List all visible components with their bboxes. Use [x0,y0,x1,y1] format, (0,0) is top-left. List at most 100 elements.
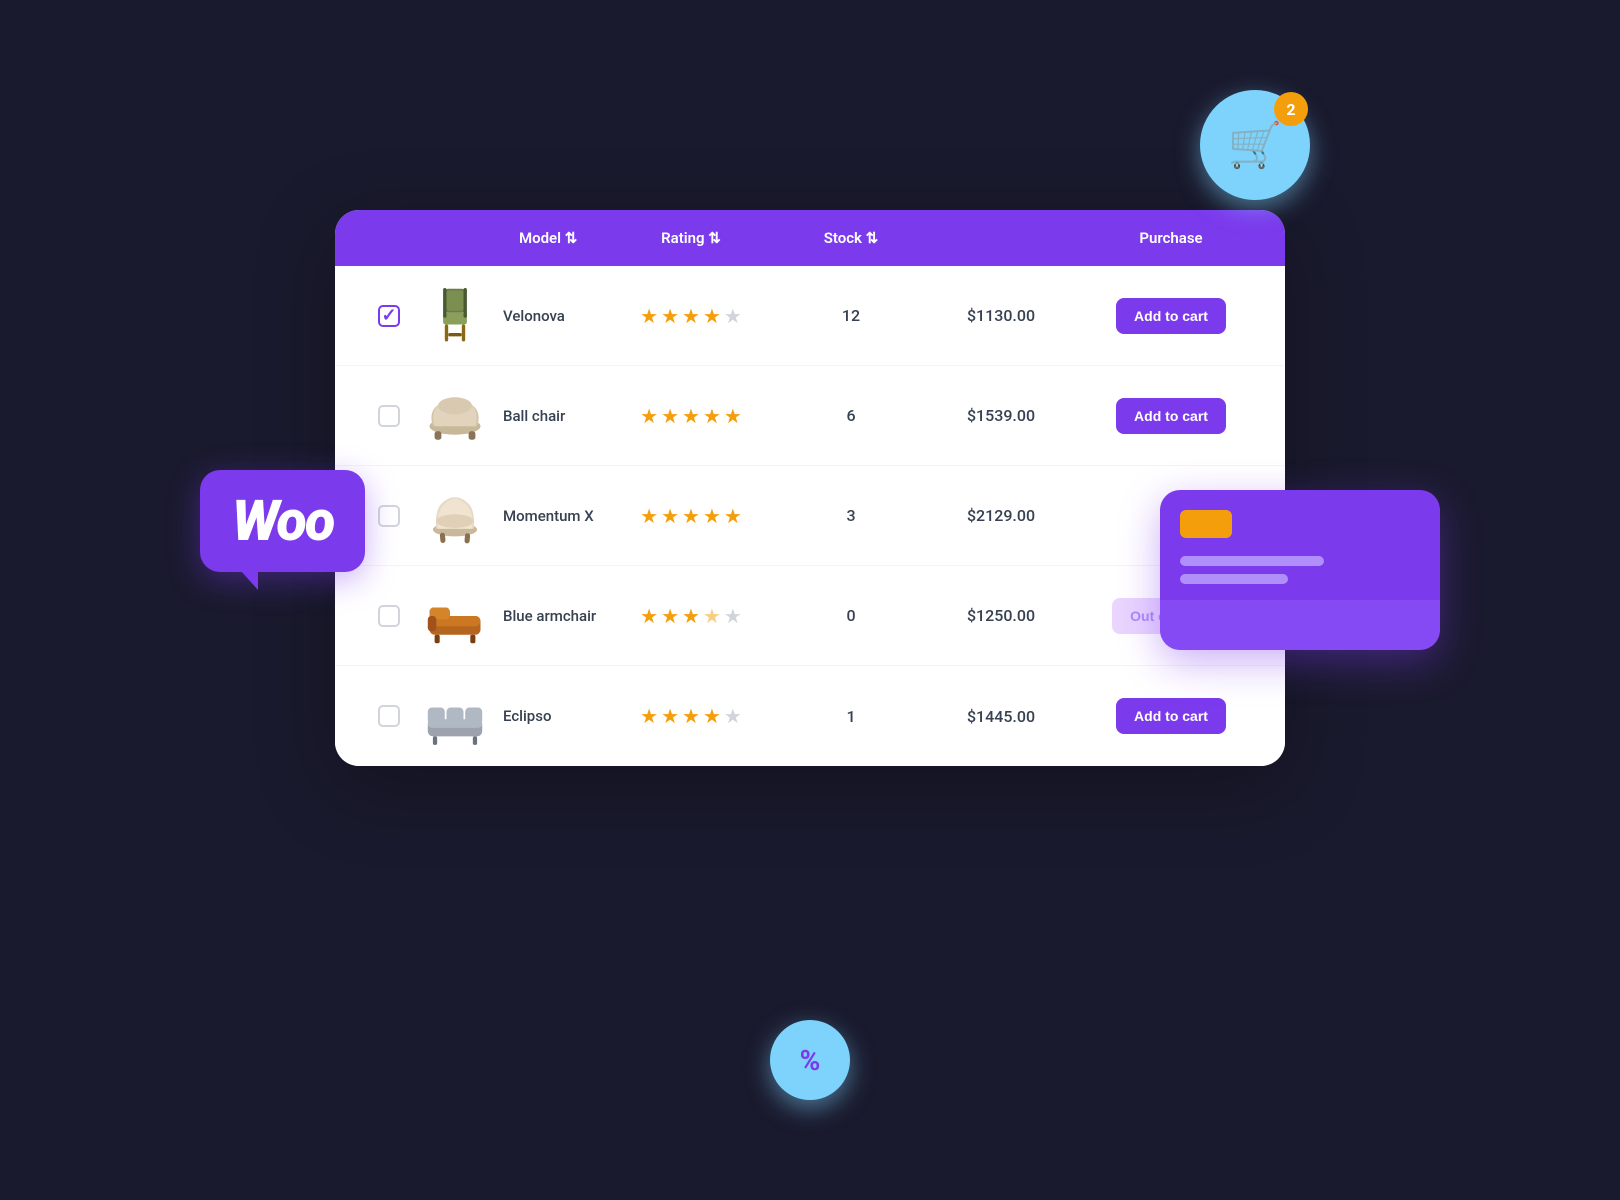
star: ★ [703,704,721,728]
row5-checkbox-cell [359,705,419,727]
row5-checkbox[interactable] [378,705,400,727]
product-table: Model ⇅ Rating ⇅ Stock ⇅ Purchase ✓ [335,210,1285,766]
woo-badge: Woo [200,470,365,572]
star: ★ [724,404,742,428]
row2-price-value: $1539.00 [967,406,1035,425]
credit-card-widget [1160,490,1440,650]
star: ★ [661,304,679,328]
table-row: Eclipso ★ ★ ★ ★ ★ 1 $1445.00 [335,666,1285,766]
row3-stock: 3 [781,506,921,525]
row5-add-to-cart-button[interactable]: Add to cart [1116,698,1226,734]
table-row: Momentum X ★ ★ ★ ★ ★ 3 $2129.00 [335,466,1285,566]
card-line-2 [1180,574,1288,584]
row3-price: $2129.00 [921,506,1081,525]
row4-rating: ★ ★ ★ ★ ★ [601,604,781,628]
row2-price: $1539.00 [921,406,1081,425]
th-purchase: Purchase [1081,229,1261,247]
row2-add-to-cart-button[interactable]: Add to cart [1116,398,1226,434]
star: ★ [724,604,742,628]
star: ★ [640,304,658,328]
table-row: Ball chair ★ ★ ★ ★ ★ 6 $1539.00 [335,366,1285,466]
star: ★ [682,304,700,328]
row1-price-value: $1130.00 [967,306,1035,325]
cart-count-badge: 2 [1274,92,1308,126]
row3-stock-value: 3 [846,506,855,525]
row1-stars: ★ ★ ★ ★ ★ [640,304,742,328]
star: ★ [724,304,742,328]
row2-stock-value: 6 [846,406,855,425]
row1-add-to-cart-button[interactable]: Add to cart [1116,298,1226,334]
row1-checkbox[interactable]: ✓ [378,305,400,327]
row1-product: Velonova [419,280,601,352]
star: ★ [661,604,679,628]
star: ★ [682,404,700,428]
row4-product-name: Blue armchair [503,607,596,625]
star: ★ [661,704,679,728]
row2-product: Ball chair [419,380,601,452]
row2-checkbox-cell [359,405,419,427]
table-row: Blue armchair ★ ★ ★ ★ ★ 0 $1250.00 [335,566,1285,666]
row1-stock: 12 [781,306,921,325]
star: ★ [724,504,742,528]
row1-stock-value: 12 [842,306,860,325]
checkmark-icon: ✓ [381,305,396,326]
row5-product: Eclipso [419,680,601,752]
row4-stars: ★ ★ ★ ★ ★ [640,604,742,628]
row2-action: Add to cart [1081,398,1261,434]
row5-product-name: Eclipso [503,707,551,725]
row4-product: Blue armchair [419,580,601,652]
row3-checkbox[interactable] [378,505,400,527]
star: ★ [682,704,700,728]
row3-price-value: $2129.00 [967,506,1035,525]
star: ★ [640,604,658,628]
row1-checkbox-cell: ✓ [359,305,419,327]
row4-price: $1250.00 [921,606,1081,625]
row3-product-name: Momentum X [503,507,594,525]
row2-stars: ★ ★ ★ ★ ★ [640,404,742,428]
card-chip [1180,510,1232,538]
row3-stars: ★ ★ ★ ★ ★ [640,504,742,528]
star: ★ [703,604,721,628]
star: ★ [640,404,658,428]
star: ★ [724,704,742,728]
card-line-1 [1180,556,1324,566]
star: ★ [661,404,679,428]
row4-checkbox-cell [359,605,419,627]
row4-checkbox[interactable] [378,605,400,627]
row5-price: $1445.00 [921,707,1081,726]
percent-icon: % [800,1044,821,1077]
star: ★ [661,504,679,528]
row3-checkbox-cell [359,505,419,527]
table-row: ✓ [335,266,1285,366]
th-model: Model ⇅ [419,229,601,247]
row1-product-image [419,280,491,352]
row5-action: Add to cart [1081,698,1261,734]
main-scene: Woo 🛒 2 % Model ⇅ Rating ⇅ Stock ⇅ Purch… [260,150,1360,1050]
row2-product-name: Ball chair [503,407,565,425]
woo-label: Woo [232,488,333,554]
row5-rating: ★ ★ ★ ★ ★ [601,704,781,728]
star: ★ [640,704,658,728]
row5-stars: ★ ★ ★ ★ ★ [640,704,742,728]
row2-product-image [419,380,491,452]
star: ★ [703,504,721,528]
table-header: Model ⇅ Rating ⇅ Stock ⇅ Purchase [335,210,1285,266]
row4-price-value: $1250.00 [967,606,1035,625]
row3-rating: ★ ★ ★ ★ ★ [601,504,781,528]
star: ★ [703,404,721,428]
row3-product: Momentum X [419,480,601,552]
star: ★ [703,304,721,328]
row1-product-name: Velonova [503,307,565,325]
row4-stock-value: 0 [846,606,855,625]
star: ★ [682,504,700,528]
row2-stock: 6 [781,406,921,425]
row3-product-image [419,480,491,552]
row2-rating: ★ ★ ★ ★ ★ [601,404,781,428]
row1-rating: ★ ★ ★ ★ ★ [601,304,781,328]
row1-action: Add to cart [1081,298,1261,334]
cart-bubble[interactable]: 🛒 2 [1200,90,1310,200]
cart-icon: 🛒 [1228,119,1283,171]
row2-checkbox[interactable] [378,405,400,427]
percent-bubble[interactable]: % [770,1020,850,1100]
th-rating: Rating ⇅ [601,229,781,247]
